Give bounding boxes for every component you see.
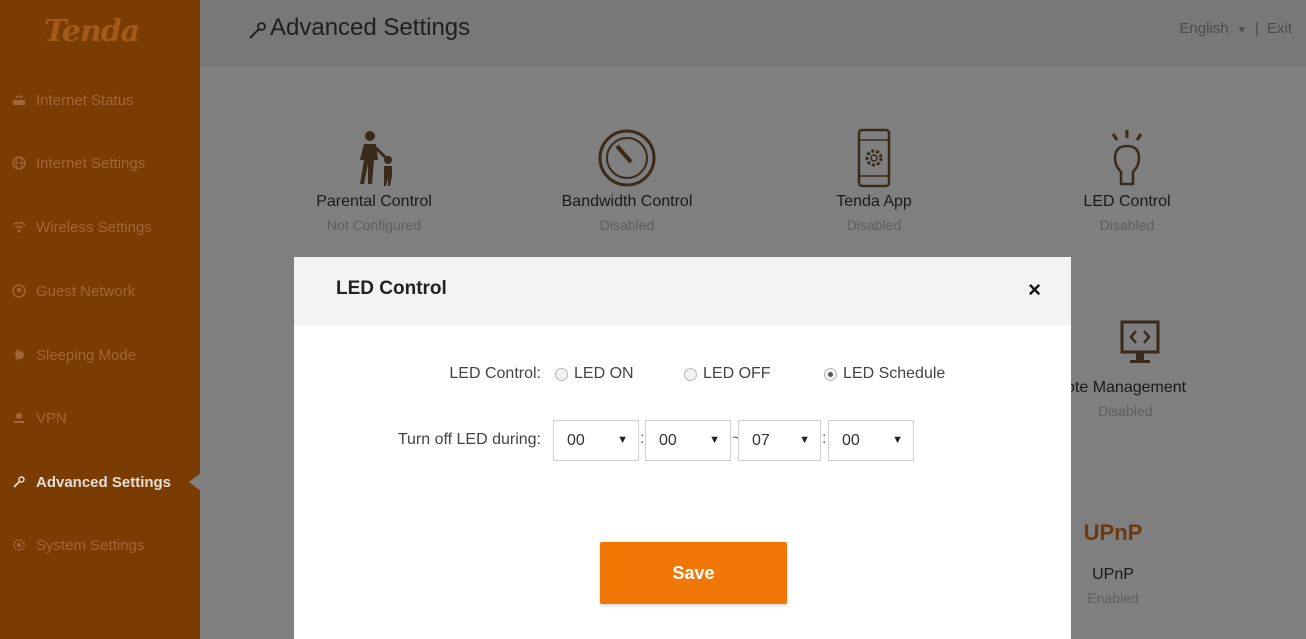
- sidebar-item-label: Guest Network: [36, 282, 136, 300]
- exit-link[interactable]: Exit: [1267, 20, 1292, 37]
- sidebar-item-label: Advanced Settings: [36, 473, 172, 491]
- end-minute-select[interactable]: 00 ▼: [828, 420, 914, 461]
- sidebar-item-vpn[interactable]: VPN: [0, 403, 200, 433]
- sidebar-item-internet-status[interactable]: Internet Status: [0, 85, 200, 115]
- dialog-title: LED Control: [336, 278, 447, 299]
- tile-name: Tenda App: [836, 193, 912, 210]
- tile-name: LED Control: [1083, 193, 1171, 210]
- chevron-down-icon[interactable]: ▼: [1237, 25, 1247, 36]
- sidebar-item-wireless-settings[interactable]: Wireless Settings: [0, 212, 200, 242]
- tile-bandwidth-control[interactable]: Bandwidth Control Disabled: [527, 128, 727, 233]
- sidebar-item-sleeping-mode[interactable]: Sleeping Mode: [0, 340, 200, 370]
- tile-parental-control[interactable]: Parental Control Not Configured: [274, 128, 474, 233]
- select-value: 00: [842, 431, 860, 449]
- separator: |: [1254, 20, 1259, 37]
- sidebar-item-label: Internet Settings: [36, 154, 146, 172]
- tile-led-control[interactable]: LED Control Disabled: [1027, 128, 1227, 233]
- page-title: Advanced Settings: [270, 14, 471, 41]
- tile-status: Disabled: [1099, 217, 1155, 233]
- light-bulb-icon: [1111, 130, 1143, 186]
- start-hour-select[interactable]: 00 ▼: [553, 420, 639, 461]
- tile-status: Disabled: [599, 217, 655, 233]
- wrench-icon: [13, 476, 25, 488]
- radio-label: LED ON: [574, 365, 634, 382]
- radio-label: LED Schedule: [843, 365, 946, 382]
- chevron-down-icon: ▼: [892, 434, 903, 446]
- guest-icon: [12, 284, 26, 298]
- speedometer-icon: [598, 129, 656, 187]
- led-control-dialog: LED Control × LED Control: LED ON LED OF…: [294, 257, 1071, 639]
- tile-name: Parental Control: [316, 193, 432, 210]
- radio-led-off[interactable]: LED OFF: [684, 365, 771, 383]
- tablet-gear-icon: [857, 128, 891, 188]
- tile-name: Bandwidth Control: [561, 193, 693, 210]
- led-control-label: LED Control:: [449, 365, 541, 382]
- tile-status: Disabled: [846, 217, 902, 233]
- header-links: English ▼ | Exit: [1175, 20, 1292, 37]
- header: Advanced Settings English ▼ | Exit: [200, 0, 1306, 66]
- wrench-icon: [249, 22, 266, 39]
- router-icon: [13, 95, 25, 105]
- radio-led-schedule[interactable]: LED Schedule: [824, 365, 945, 383]
- monitor-code-icon: [1120, 320, 1160, 363]
- sidebar-item-advanced-settings[interactable]: Advanced Settings: [0, 467, 201, 497]
- sidebar-item-guest-network[interactable]: Guest Network: [0, 276, 200, 306]
- sidebar-item-label: System Settings: [36, 536, 145, 554]
- wifi-icon: [12, 221, 26, 233]
- time-separator: :: [640, 430, 645, 447]
- chevron-down-icon: ▼: [617, 434, 628, 446]
- globe-icon: [12, 156, 26, 170]
- gear-icon: [13, 539, 25, 551]
- close-icon[interactable]: ×: [1028, 277, 1041, 303]
- sidebar-item-label: VPN: [36, 409, 67, 427]
- tile-name: ote Management: [1066, 379, 1187, 396]
- language-select[interactable]: English: [1179, 20, 1228, 37]
- parent-child-icon: [360, 131, 392, 186]
- tile-status: Disabled: [1098, 403, 1153, 419]
- save-button[interactable]: Save: [600, 542, 787, 604]
- sidebar-item-label: Wireless Settings: [36, 218, 152, 236]
- active-indicator: [189, 473, 201, 491]
- dialog-header: LED Control ×: [294, 257, 1071, 326]
- sidebar: Tenda Internet Status Internet Settings …: [0, 0, 201, 639]
- moon-icon: [15, 349, 24, 361]
- tenda-logo: Tenda: [44, 14, 140, 49]
- tile-tenda-app[interactable]: Tenda App Disabled: [774, 128, 974, 233]
- sidebar-item-label: Internet Status: [36, 91, 134, 109]
- turn-off-label: Turn off LED during:: [397, 431, 541, 448]
- sidebar-item-label: Sleeping Mode: [36, 346, 137, 364]
- radio-label: LED OFF: [703, 365, 771, 382]
- sidebar-item-system-settings[interactable]: System Settings: [0, 530, 200, 560]
- end-hour-select[interactable]: 07 ▼: [738, 420, 821, 461]
- chevron-down-icon: ▼: [799, 434, 810, 446]
- select-value: 00: [659, 431, 677, 449]
- time-separator: :: [822, 430, 827, 447]
- select-value: 00: [567, 431, 585, 449]
- radio-circle[interactable]: [555, 367, 568, 381]
- radio-circle[interactable]: [684, 367, 697, 381]
- radio-led-on[interactable]: LED ON: [555, 365, 634, 383]
- chevron-down-icon: ▼: [709, 434, 720, 446]
- start-minute-select[interactable]: 00 ▼: [645, 420, 731, 461]
- sidebar-item-internet-settings[interactable]: Internet Settings: [0, 148, 200, 178]
- select-value: 07: [752, 431, 770, 449]
- vpn-icon: [14, 413, 24, 423]
- radio-circle[interactable]: [824, 367, 837, 381]
- tile-status: Not Configured: [326, 217, 422, 233]
